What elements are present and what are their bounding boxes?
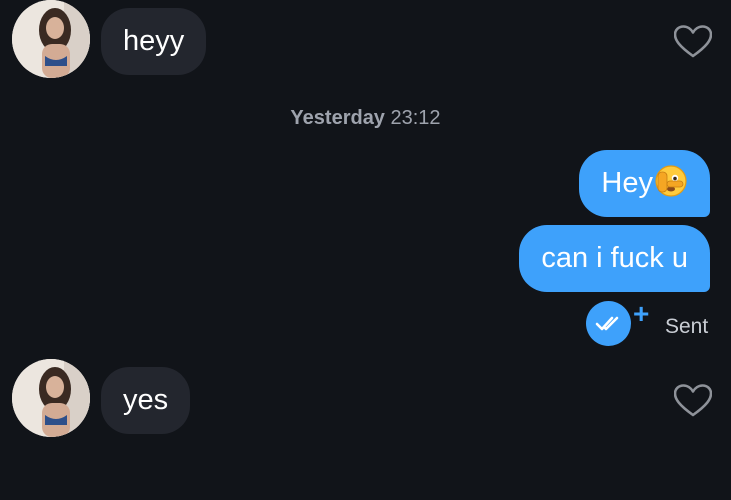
- heart-icon[interactable]: [674, 25, 712, 59]
- sent-status: Sent: [665, 315, 709, 338]
- message-text: Hey: [601, 167, 653, 199]
- message-text: heyy: [123, 25, 185, 57]
- message-bubble-outgoing[interactable]: can i fuck u: [519, 225, 710, 292]
- chat-screen: { "messages": [ {"direction": "incoming"…: [0, 0, 731, 500]
- avatar[interactable]: [12, 0, 90, 78]
- message-timestamp: Yesterday 23:12: [0, 107, 731, 130]
- message-text: yes: [123, 384, 169, 416]
- plus-icon[interactable]: +: [633, 300, 649, 328]
- message-bubble-incoming[interactable]: heyy: [101, 8, 207, 75]
- face-with-peeking-eye-emoji: [655, 165, 687, 197]
- message-bubble-outgoing[interactable]: Hey: [579, 150, 710, 217]
- message-bubble-incoming[interactable]: yes: [101, 367, 191, 434]
- timestamp-day: Yesterday: [290, 107, 385, 129]
- double-check-icon: [586, 301, 631, 346]
- heart-icon[interactable]: [674, 384, 712, 418]
- avatar[interactable]: [12, 359, 90, 437]
- message-text: can i fuck u: [541, 242, 688, 274]
- timestamp-time: 23:12: [390, 107, 441, 129]
